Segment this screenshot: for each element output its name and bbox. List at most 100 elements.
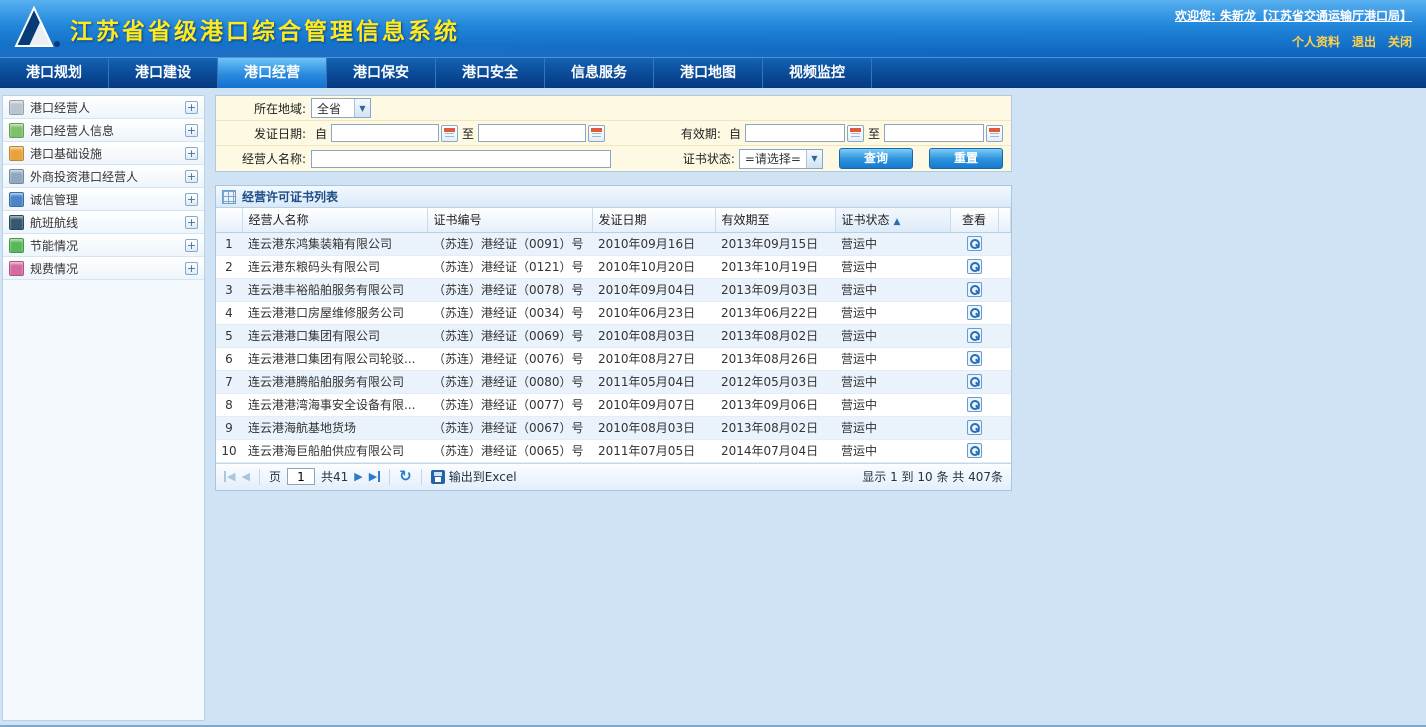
table-row[interactable]: 6 连云港港口集团有限公司轮驳... （苏连）港经证（0076）号 2010年0… xyxy=(216,347,1011,370)
export-excel-button[interactable]: 输出到Excel xyxy=(431,468,517,485)
table-row[interactable]: 7 连云港港腾船舶服务有限公司 （苏连）港经证（0080）号 2011年05月0… xyxy=(216,370,1011,393)
col-operator-name[interactable]: 经营人名称 xyxy=(242,208,427,232)
col-cert-no[interactable]: 证书编号 xyxy=(427,208,592,232)
reset-button[interactable]: 重置 xyxy=(929,148,1003,169)
view-icon[interactable] xyxy=(967,259,982,274)
status-cell: 营运中 xyxy=(835,370,950,393)
expand-icon[interactable]: + xyxy=(185,239,198,252)
fee-icon xyxy=(9,261,24,276)
prev-page-button[interactable]: ◀ xyxy=(241,471,249,482)
issue-date-to-input[interactable] xyxy=(478,124,586,142)
export-excel-label: 输出到Excel xyxy=(449,468,517,485)
sidebar-item-infrastructure[interactable]: 港口基础设施 + xyxy=(3,142,204,165)
valid-to-cell: 2012年05月03日 xyxy=(715,370,835,393)
tab-port-security[interactable]: 港口保安 xyxy=(327,58,436,88)
main-nav: 港口规划 港口建设 港口经营 港口保安 港口安全 信息服务 港口地图 视频监控 xyxy=(0,57,1426,88)
expand-icon[interactable]: + xyxy=(185,170,198,183)
table-row[interactable]: 10 连云港海巨船舶供应有限公司 （苏连）港经证（0065）号 2011年07月… xyxy=(216,439,1011,462)
calendar-icon[interactable] xyxy=(588,125,605,142)
view-icon[interactable] xyxy=(967,328,982,343)
view-icon[interactable] xyxy=(967,397,982,412)
tab-video-monitor[interactable]: 视频监控 xyxy=(763,58,872,88)
table-row[interactable]: 3 连云港丰裕船舶服务有限公司 （苏连）港经证（0078）号 2010年09月0… xyxy=(216,278,1011,301)
sidebar-item-energy-saving[interactable]: 节能情况 + xyxy=(3,234,204,257)
sidebar-item-foreign-investment[interactable]: 外商投资港口经营人 + xyxy=(3,165,204,188)
col-valid-to[interactable]: 有效期至 xyxy=(715,208,835,232)
col-issue-date[interactable]: 发证日期 xyxy=(592,208,715,232)
toolbar-separator xyxy=(389,469,390,485)
expand-icon[interactable]: + xyxy=(185,193,198,206)
energy-icon xyxy=(9,238,24,253)
page-input[interactable] xyxy=(287,468,315,485)
calendar-icon[interactable] xyxy=(441,125,458,142)
valid-to-cell: 2013年09月03日 xyxy=(715,278,835,301)
view-icon[interactable] xyxy=(967,305,982,320)
calendar-icon[interactable] xyxy=(847,125,864,142)
region-value: 全省 xyxy=(312,100,354,117)
toolbar-separator xyxy=(259,469,260,485)
col-cert-status[interactable]: 证书状态▲ xyxy=(835,208,950,232)
page-title: 江苏省省级港口综合管理信息系统 xyxy=(70,12,460,46)
tab-port-planning[interactable]: 港口规划 xyxy=(0,58,109,88)
expand-icon[interactable]: + xyxy=(185,101,198,114)
expand-icon[interactable]: + xyxy=(185,124,198,137)
sidebar: 港口经营人 + 港口经营人信息 + 港口基础设施 + 外商投资港口经营人 + 诚… xyxy=(2,95,205,721)
refresh-icon[interactable]: ↻ xyxy=(399,469,412,484)
profile-link[interactable]: 个人资料 xyxy=(1292,33,1340,50)
region-select[interactable]: 全省 ▼ xyxy=(311,98,371,118)
operator-name-input[interactable] xyxy=(311,150,611,168)
panel-title: 经营许可证书列表 xyxy=(242,188,338,205)
logout-link[interactable]: 退出 xyxy=(1352,33,1376,50)
sidebar-item-port-operator[interactable]: 港口经营人 + xyxy=(3,96,204,119)
view-icon[interactable] xyxy=(967,374,982,389)
sidebar-item-label: 港口基础设施 xyxy=(30,145,185,162)
chevron-down-icon[interactable]: ▼ xyxy=(806,150,822,168)
valid-from-input[interactable] xyxy=(745,124,845,142)
first-page-button[interactable]: ◀ xyxy=(224,471,235,482)
sidebar-item-operator-info[interactable]: 港口经营人信息 + xyxy=(3,119,204,142)
next-page-button[interactable]: ▶ xyxy=(354,471,362,482)
view-icon[interactable] xyxy=(967,443,982,458)
query-button[interactable]: 查询 xyxy=(839,148,913,169)
view-icon[interactable] xyxy=(967,420,982,435)
table-row[interactable]: 9 连云港海航基地货场 （苏连）港经证（0067）号 2010年08月03日 2… xyxy=(216,416,1011,439)
cert-no-cell: （苏连）港经证（0069）号 xyxy=(427,324,592,347)
expand-icon[interactable]: + xyxy=(185,147,198,160)
issue-date-from-input[interactable] xyxy=(331,124,439,142)
table-row[interactable]: 2 连云港东粮码头有限公司 （苏连）港经证（0121）号 2010年10月20日… xyxy=(216,255,1011,278)
last-page-button[interactable]: ▶ xyxy=(369,471,380,482)
close-link[interactable]: 关闭 xyxy=(1388,33,1412,50)
cert-no-cell: （苏连）港经证（0091）号 xyxy=(427,232,592,255)
operator-name-label: 经营人名称: xyxy=(216,150,311,167)
chevron-down-icon[interactable]: ▼ xyxy=(354,99,370,117)
tab-port-safety[interactable]: 港口安全 xyxy=(436,58,545,88)
table-row[interactable]: 8 连云港港湾海事安全设备有限... （苏连）港经证（0077）号 2010年0… xyxy=(216,393,1011,416)
save-icon xyxy=(431,470,445,484)
view-icon[interactable] xyxy=(967,351,982,366)
tab-port-operation[interactable]: 港口经营 xyxy=(218,58,327,88)
cert-status-select[interactable]: =请选择= ▼ xyxy=(739,149,823,169)
tab-port-map[interactable]: 港口地图 xyxy=(654,58,763,88)
tab-info-service[interactable]: 信息服务 xyxy=(545,58,654,88)
operator-name-cell: 连云港港湾海事安全设备有限... xyxy=(242,393,427,416)
status-cell: 营运中 xyxy=(835,439,950,462)
valid-label: 有效期: xyxy=(681,125,721,142)
table-row[interactable]: 4 连云港港口房屋维修服务公司 （苏连）港经证（0034）号 2010年06月2… xyxy=(216,301,1011,324)
cert-status-value: =请选择= xyxy=(740,150,806,167)
valid-to-input[interactable] xyxy=(884,124,984,142)
sidebar-item-credit-management[interactable]: 诚信管理 + xyxy=(3,188,204,211)
issue-date-cell: 2010年09月04日 xyxy=(592,278,715,301)
table-icon xyxy=(222,190,236,204)
table-row[interactable]: 5 连云港港口集团有限公司 （苏连）港经证（0069）号 2010年08月03日… xyxy=(216,324,1011,347)
sidebar-item-fees[interactable]: 规费情况 + xyxy=(3,257,204,280)
cert-no-cell: （苏连）港经证（0078）号 xyxy=(427,278,592,301)
expand-icon[interactable]: + xyxy=(185,216,198,229)
expand-icon[interactable]: + xyxy=(185,262,198,275)
calendar-icon[interactable] xyxy=(986,125,1003,142)
sidebar-item-shipping-routes[interactable]: 航班航线 + xyxy=(3,211,204,234)
table-row[interactable]: 1 连云港东鸿集装箱有限公司 （苏连）港经证（0091）号 2010年09月16… xyxy=(216,232,1011,255)
status-cell: 营运中 xyxy=(835,232,950,255)
view-icon[interactable] xyxy=(967,236,982,251)
view-icon[interactable] xyxy=(967,282,982,297)
tab-port-construction[interactable]: 港口建设 xyxy=(109,58,218,88)
